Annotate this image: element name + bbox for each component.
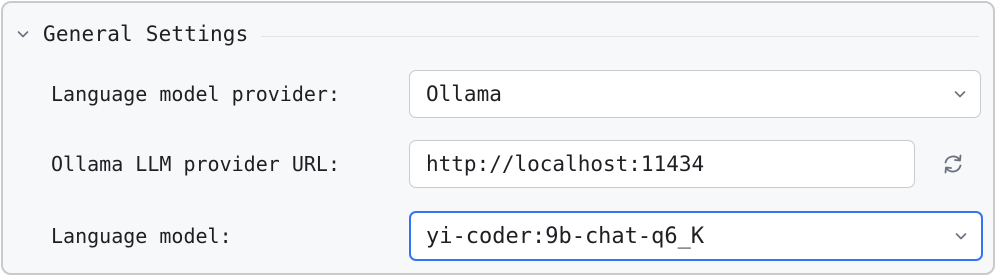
url-label: Ollama LLM provider URL: [51, 152, 340, 176]
provider-row: Language model provider: Ollama [3, 69, 993, 119]
url-row: Ollama LLM provider URL: [3, 139, 993, 189]
chevron-down-icon[interactable] [15, 26, 31, 42]
provider-label: Language model provider: [51, 82, 340, 106]
model-value: yi-coder:9b-chat-q6_K [426, 223, 705, 249]
section-header: General Settings [15, 17, 979, 51]
model-label: Language model: [51, 224, 232, 248]
section-title: General Settings [43, 22, 249, 46]
chevron-down-icon [941, 213, 981, 259]
url-input[interactable] [409, 140, 915, 188]
section-divider [260, 35, 979, 37]
provider-dropdown[interactable]: Ollama [409, 70, 981, 118]
provider-value: Ollama [426, 82, 502, 106]
general-settings-panel: General Settings Language model provider… [1, 1, 995, 275]
model-dropdown[interactable]: yi-coder:9b-chat-q6_K [409, 211, 983, 261]
model-row: Language model: yi-coder:9b-chat-q6_K [3, 211, 993, 261]
chevron-down-icon [940, 71, 980, 117]
refresh-icon[interactable] [937, 148, 969, 180]
